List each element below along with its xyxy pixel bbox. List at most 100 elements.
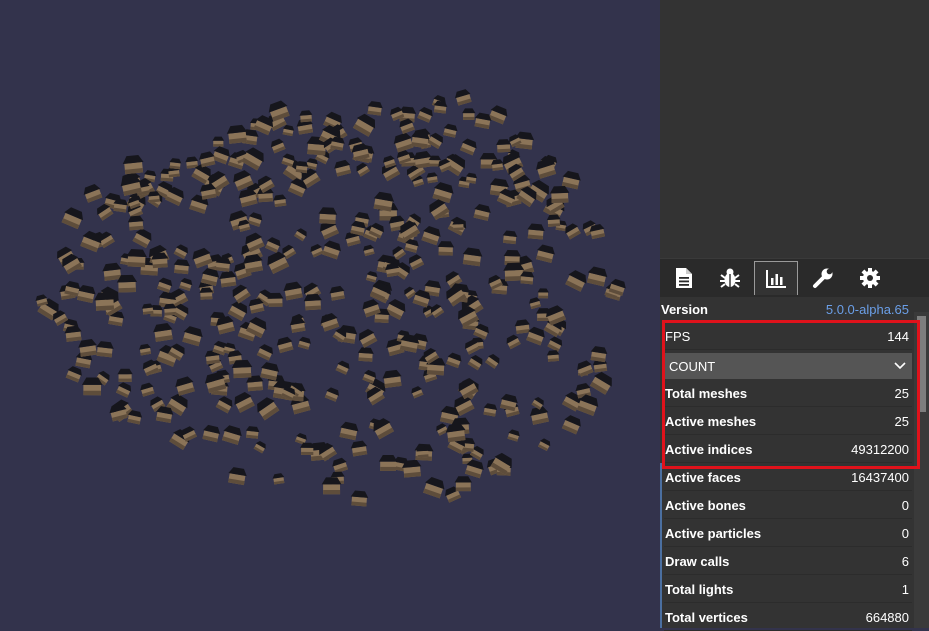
house-mesh [437, 241, 455, 256]
stat-row: Total vertices 664880 [664, 604, 912, 631]
file-icon [676, 268, 692, 288]
stat-row-label: Active meshes [665, 413, 757, 429]
house-mesh [126, 249, 147, 268]
version-row: Version 5.0.0-alpha.65 [660, 296, 912, 323]
stat-row-label: Draw calls [665, 553, 730, 569]
stat-row: Total lights 1 [664, 576, 912, 603]
house-mesh [465, 172, 478, 184]
house-mesh [297, 336, 311, 350]
house-mesh [443, 123, 458, 138]
house-mesh [318, 207, 338, 224]
house-mesh [514, 319, 530, 334]
house-mesh [300, 442, 315, 456]
house-mesh [247, 212, 263, 227]
stat-row: Active faces 16437400 [664, 464, 912, 491]
3d-scene-viewport[interactable] [0, 0, 660, 628]
house-mesh [350, 440, 368, 457]
house-mesh [577, 360, 594, 377]
house-mesh [363, 244, 375, 257]
house-mesh [332, 457, 349, 474]
house-mesh [175, 376, 195, 396]
house-mesh [265, 237, 281, 253]
house-mesh [455, 89, 472, 106]
tab-debug[interactable] [708, 261, 752, 295]
house-mesh [179, 277, 193, 291]
inspector-empty-area [660, 0, 929, 258]
house-mesh [537, 288, 549, 299]
house-mesh [365, 271, 378, 283]
wrench-icon [813, 268, 833, 288]
tab-tools[interactable] [801, 261, 845, 295]
house-mesh [115, 382, 132, 398]
house-mesh [358, 328, 378, 348]
house-mesh [473, 203, 491, 221]
house-mesh [169, 158, 182, 170]
stat-row: Draw calls 6 [664, 548, 912, 575]
house-mesh [335, 360, 350, 375]
house-mesh [421, 225, 441, 246]
house-mesh [320, 312, 340, 332]
house-mesh [272, 473, 285, 485]
stat-row: Active particles 0 [664, 520, 912, 547]
stat-row-value: 0 [901, 525, 909, 541]
house-mesh [61, 207, 84, 230]
house-mesh [483, 403, 498, 417]
house-mesh [527, 223, 545, 240]
house-mesh [565, 270, 587, 292]
house-mesh [267, 292, 284, 307]
house-mesh [246, 375, 264, 392]
house-mesh [228, 467, 247, 486]
house-mesh [432, 182, 454, 204]
house-mesh [232, 284, 251, 304]
house-mesh [270, 138, 286, 154]
house-mesh [226, 124, 248, 144]
stat-row-label: Active particles [665, 525, 762, 541]
stat-row-value: 25 [894, 385, 909, 401]
house-mesh [352, 113, 376, 137]
scrollbar-thumb[interactable] [917, 316, 926, 412]
gear-icon [860, 268, 880, 288]
count-section-header[interactable]: COUNT [664, 353, 912, 379]
house-mesh [132, 228, 152, 249]
house-mesh [561, 415, 581, 435]
house-mesh [334, 159, 352, 177]
house-mesh [423, 477, 445, 499]
tab-statistics[interactable] [754, 261, 798, 295]
house-mesh [537, 438, 551, 452]
house-mesh [81, 377, 103, 396]
tab-settings[interactable] [848, 261, 892, 295]
house-mesh [502, 230, 518, 245]
house-mesh [256, 344, 273, 361]
house-mesh [446, 352, 462, 369]
stat-row-value: 664880 [865, 609, 909, 625]
house-mesh [276, 336, 294, 354]
house-mesh [282, 124, 295, 137]
house-mesh [426, 172, 438, 184]
house-mesh [141, 303, 154, 315]
stat-row-label: Active bones [665, 497, 746, 513]
stat-row: Active indices 49312200 [664, 436, 912, 463]
house-mesh [245, 426, 260, 439]
stat-row-value: 6 [901, 553, 909, 569]
house-mesh [474, 112, 492, 129]
stat-row-value: 16437400 [851, 469, 909, 485]
fps-row-value: 144 [887, 328, 909, 344]
house-mesh [234, 391, 255, 413]
house-mesh [488, 105, 508, 125]
count-section-title: COUNT [669, 358, 716, 374]
house-mesh [202, 424, 221, 443]
chevron-down-icon [894, 362, 906, 370]
stat-row: Active bones 0 [664, 492, 912, 519]
house-mesh [294, 228, 307, 242]
house-mesh [459, 138, 477, 156]
fps-row-label: FPS [665, 328, 691, 344]
house-mesh [496, 139, 512, 153]
house-mesh [529, 297, 541, 310]
house-mesh [507, 429, 520, 442]
house-mesh [411, 386, 424, 399]
house-mesh [299, 110, 313, 123]
house-mesh [430, 304, 445, 318]
tab-document[interactable] [662, 261, 706, 295]
house-mesh [393, 132, 414, 153]
house-mesh [140, 382, 155, 397]
